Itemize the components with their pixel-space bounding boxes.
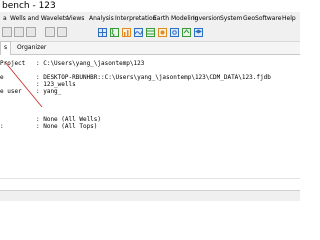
menu-item-help[interactable]: Help	[282, 12, 296, 25]
toolbar-button-1[interactable]	[2, 27, 12, 37]
export-icon[interactable]	[182, 28, 191, 37]
well-log-icon[interactable]	[110, 28, 119, 37]
project-summary-panel: Project : C:\Users\yang_\jasontemp\123 e…	[0, 55, 300, 175]
content-divider	[0, 178, 300, 179]
info-value: : yang_	[36, 88, 62, 95]
layers-icon[interactable]	[194, 28, 203, 37]
grid-icon[interactable]	[98, 28, 107, 37]
chart-icon[interactable]	[122, 28, 131, 37]
info-value: : None (All Tops)	[36, 123, 98, 130]
info-value: : C:\Users\yang_\jasontemp\123	[36, 60, 145, 67]
window-title: bench - 123	[2, 1, 56, 11]
model-icon[interactable]	[158, 28, 167, 37]
info-label: Project	[0, 60, 26, 67]
seismic-icon[interactable]	[134, 28, 143, 37]
window-titlebar: bench - 123	[0, 0, 300, 12]
menu-item-file[interactable]: a	[3, 12, 7, 25]
menu-item-inversion[interactable]: Inversion	[193, 12, 221, 25]
tab-summary[interactable]: s	[0, 41, 12, 55]
menu-item-interpretation[interactable]: Interpretation	[115, 12, 156, 25]
horizon-icon[interactable]	[146, 28, 155, 37]
menu-item-analysis[interactable]: Analysis	[89, 12, 114, 25]
menu-item-system[interactable]: System	[220, 12, 242, 25]
info-label: e	[0, 74, 4, 81]
menu-item-wells-and-wavelets[interactable]: Wells and Wavelets	[10, 12, 68, 25]
toolbar-button-2[interactable]	[14, 27, 24, 37]
toolbar-button-4[interactable]	[45, 27, 55, 37]
status-bar	[0, 190, 300, 201]
menu-item-earth-modeling[interactable]: Earth Modeling	[153, 12, 198, 25]
toolbar-button-3[interactable]	[26, 27, 36, 37]
info-label: :	[0, 123, 4, 130]
menu-item-views[interactable]: Views	[67, 12, 84, 25]
tab-organizer[interactable]: Organizer	[14, 42, 49, 54]
settings-icon[interactable]	[170, 28, 179, 37]
menu-item-geosoftware[interactable]: GeoSoftware	[243, 12, 281, 25]
tab-strip: s Organizer	[0, 41, 300, 55]
menu-bar: a Wells and Wavelets Views Analysis Inte…	[0, 12, 300, 25]
toolbar-button-5[interactable]	[57, 27, 67, 37]
toolbar	[0, 25, 300, 42]
info-label: e user	[0, 88, 22, 95]
